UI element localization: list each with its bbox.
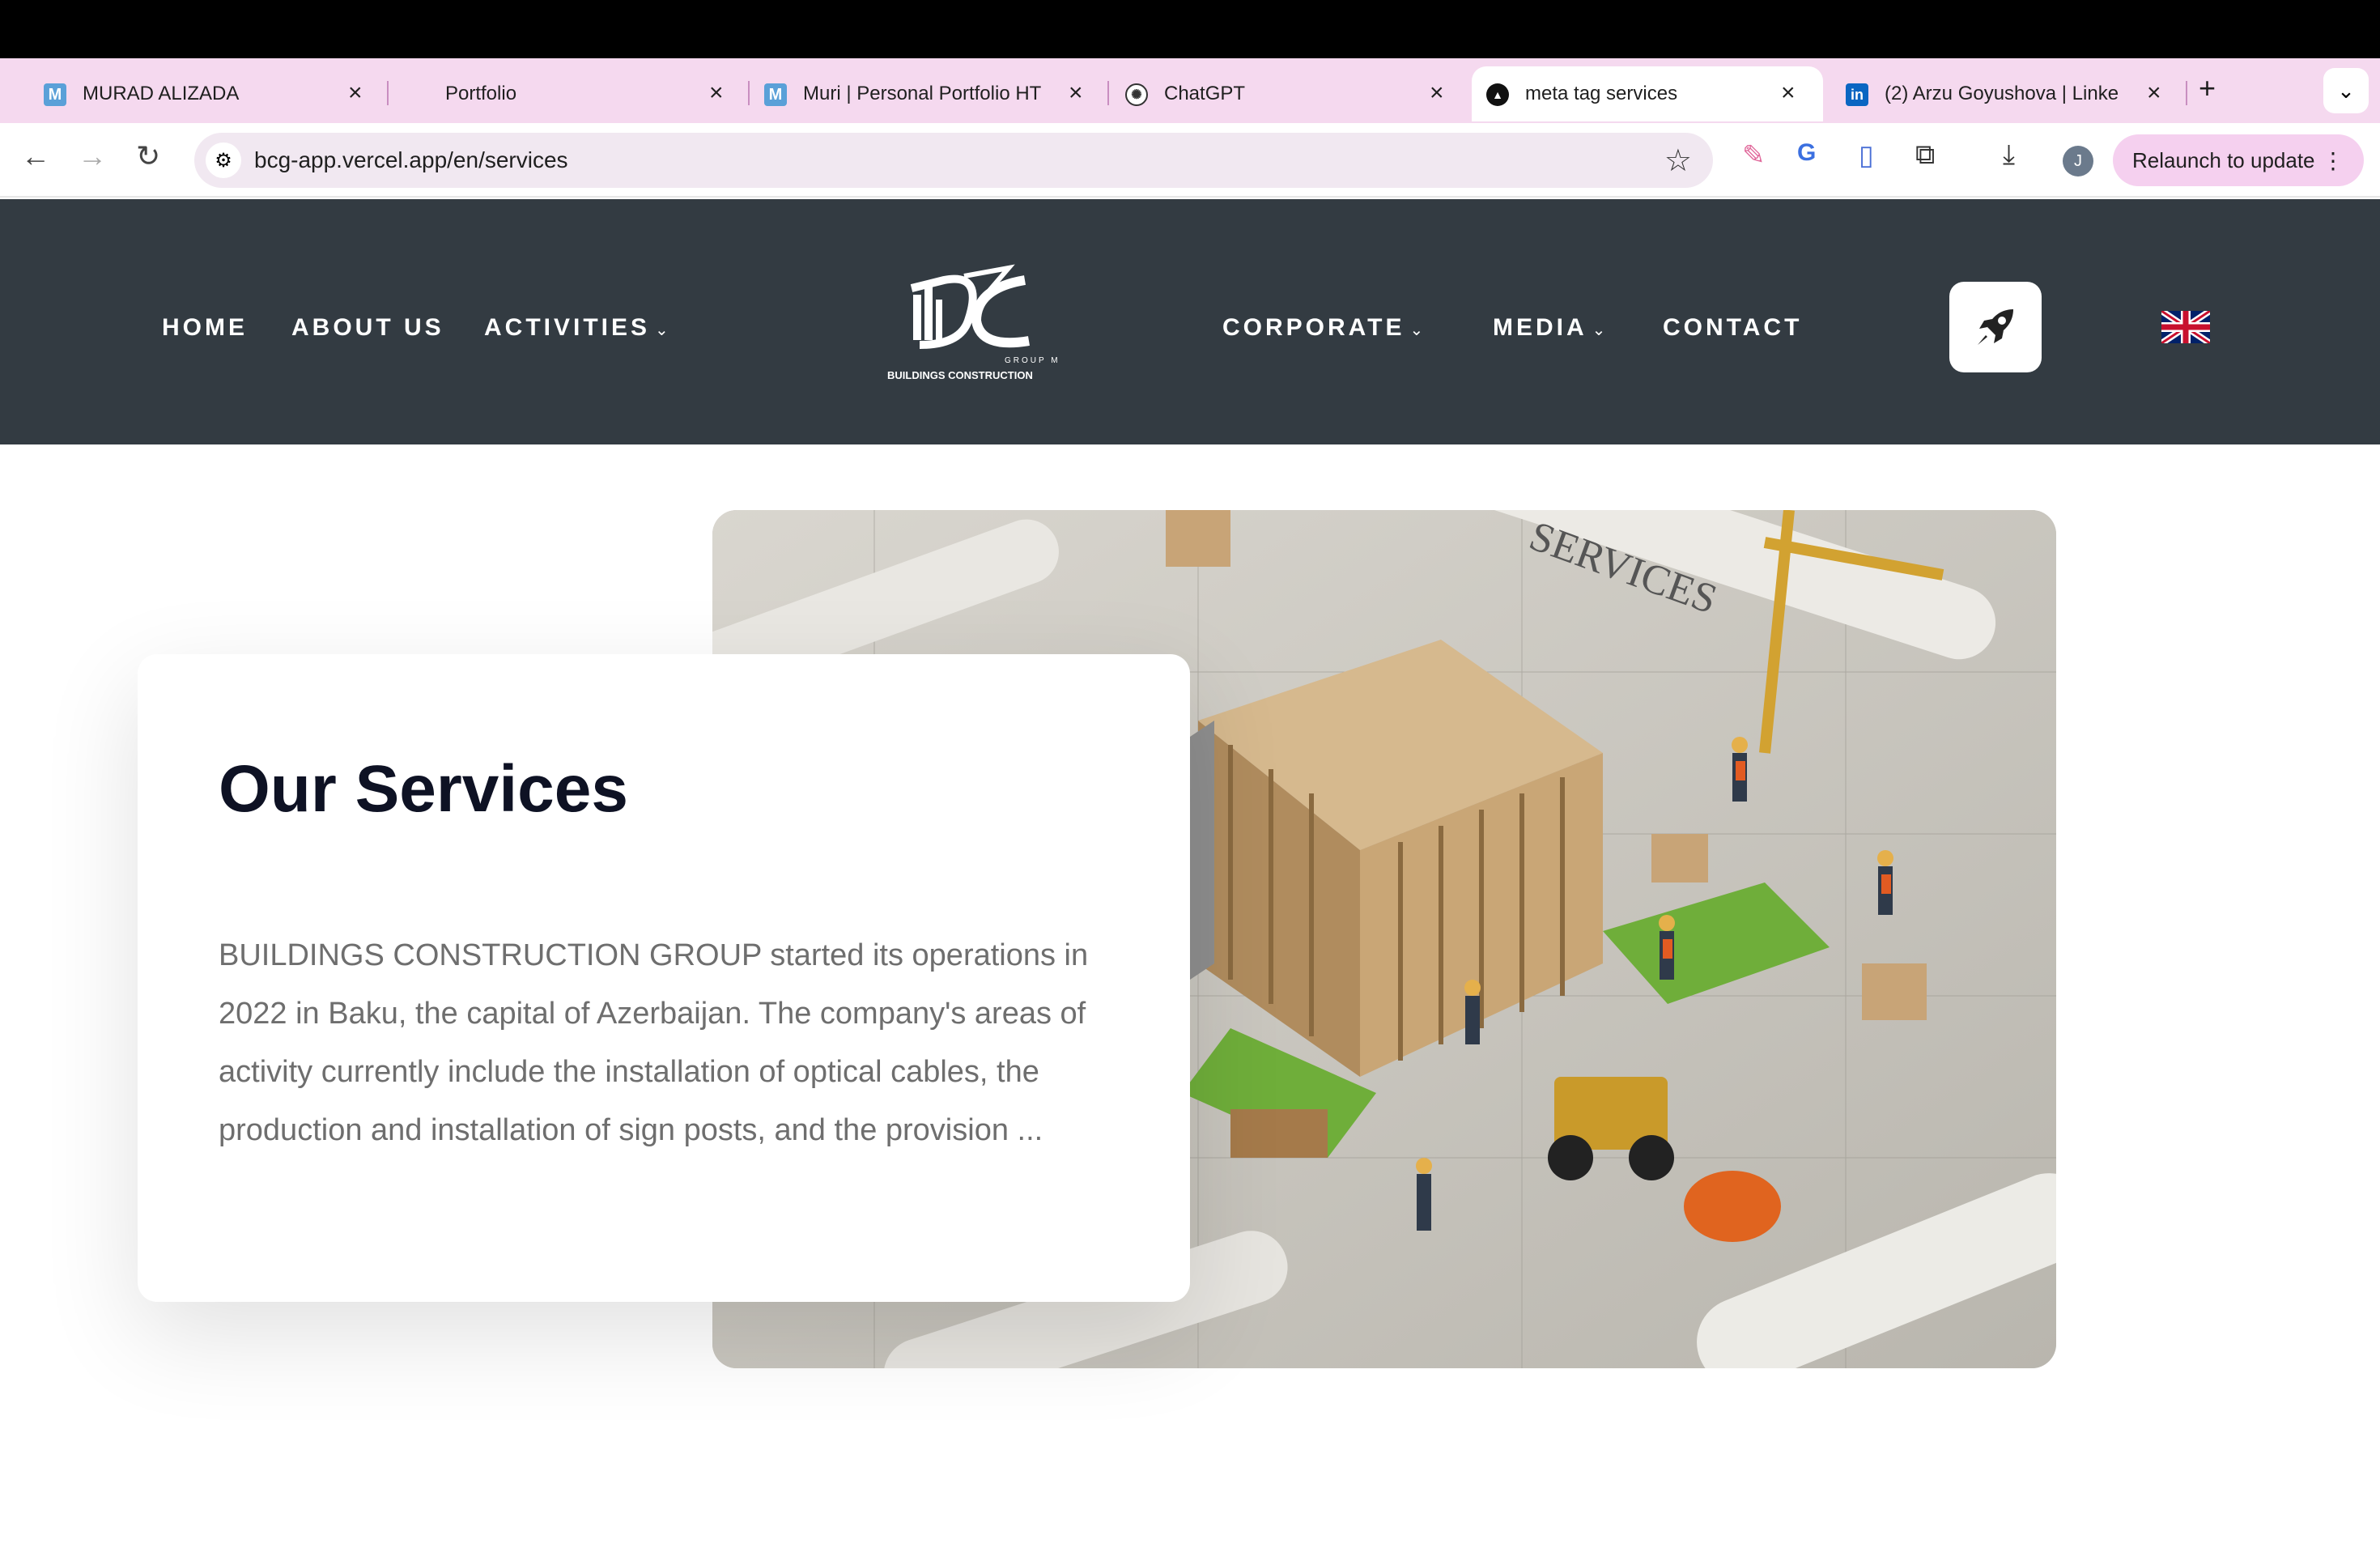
tab-title: (2) Arzu Goyushova | Linke xyxy=(1885,83,2119,104)
tab-title: MURAD ALIZADA xyxy=(83,83,240,104)
browser-tab-active[interactable]: ▲ meta tag services × xyxy=(1472,66,1823,121)
nav-activities[interactable]: ACTIVITIES ⌄ xyxy=(484,314,672,342)
nav-media[interactable]: MEDIA ⌄ xyxy=(1493,314,1609,342)
back-arrow-icon[interactable]: ← xyxy=(21,139,50,173)
tab-title: Portfolio xyxy=(445,83,517,104)
reload-icon[interactable]: ↻ xyxy=(136,139,160,173)
rocket-button[interactable] xyxy=(1949,282,2042,372)
browser-toolbar: ← → ↻ ⚙ bcg-app.vercel.app/en/services ☆ xyxy=(0,123,2380,198)
tab-title: Muri | Personal Portfolio HT xyxy=(803,83,1042,104)
close-tab-icon[interactable]: × xyxy=(1069,79,1083,107)
uk-flag-icon[interactable] xyxy=(2159,308,2212,347)
m-favicon-icon: M xyxy=(764,83,787,106)
bookmark-star-icon[interactable]: ☆ xyxy=(1664,142,1692,179)
forward-arrow-icon[interactable]: → xyxy=(78,139,107,173)
close-tab-icon[interactable]: × xyxy=(2147,79,2161,107)
chevron-down-icon: ⌄ xyxy=(1409,321,1427,339)
site-header: HOME ABOUT US ACTIVITIES⌄ GROUP MMC BUIL… xyxy=(0,199,2380,444)
extensions-puzzle-icon[interactable]: ⧉ xyxy=(1915,139,1935,171)
more-menu-icon[interactable]: ⋮ xyxy=(2322,147,2344,174)
site-settings-icon[interactable]: ⚙ xyxy=(206,142,241,178)
profile-avatar[interactable]: J xyxy=(2063,146,2093,176)
clipboard-extension-icon[interactable]: ▯ xyxy=(1859,139,1874,172)
nav-contact[interactable]: CONTACT xyxy=(1663,314,1802,342)
tab-title: ChatGPT xyxy=(1164,83,1246,104)
tab-search-chevron-icon[interactable]: ⌄ xyxy=(2323,68,2369,113)
vercel-icon: ▲ xyxy=(1486,83,1509,106)
chatgpt-icon: ✺ xyxy=(1125,83,1148,106)
tab-title: meta tag services xyxy=(1525,83,1678,104)
chevron-down-icon: ⌄ xyxy=(1592,321,1609,339)
linkedin-icon: in xyxy=(1846,83,1868,106)
address-bar[interactable]: ⚙ bcg-app.vercel.app/en/services ☆ xyxy=(194,133,1713,188)
site-logo[interactable]: GROUP MMC BUILDINGS CONSTRUCTION xyxy=(887,264,1075,393)
browser-tab[interactable]: M Muri | Personal Portfolio HT × xyxy=(720,66,1101,121)
browser-tab[interactable]: M MURAD ALIZADA × xyxy=(0,66,380,121)
relaunch-label: Relaunch to update xyxy=(2132,147,2315,172)
browser-tab[interactable]: Portfolio × xyxy=(356,66,737,121)
chevron-down-icon: ⌄ xyxy=(655,321,672,339)
rocket-icon xyxy=(1978,309,2013,345)
browser-tab-strip: M MURAD ALIZADA × Portfolio × M Muri | P… xyxy=(0,58,2380,123)
services-intro-card: Our Services BUILDINGS CONSTRUCTION GROU… xyxy=(138,654,1190,1302)
close-tab-icon[interactable]: × xyxy=(1430,79,1444,107)
close-tab-icon[interactable]: × xyxy=(1781,79,1796,107)
nav-corporate[interactable]: CORPORATE ⌄ xyxy=(1222,314,1426,342)
tab-separator xyxy=(2186,81,2187,105)
browser-tab[interactable]: in (2) Arzu Goyushova | Linke × xyxy=(1802,66,2182,121)
download-icon[interactable]: ⤓ xyxy=(2003,139,2015,171)
url-text[interactable]: bcg-app.vercel.app/en/services xyxy=(254,147,568,173)
svg-text:BUILDINGS CONSTRUCTION: BUILDINGS CONSTRUCTION xyxy=(887,369,1033,381)
nav-about-us[interactable]: ABOUT US xyxy=(291,314,444,342)
page-title: Our Services xyxy=(219,752,628,826)
nav-home[interactable]: HOME xyxy=(162,314,248,342)
svg-text:GROUP MMC: GROUP MMC xyxy=(1005,356,1057,365)
services-description: BUILDINGS CONSTRUCTION GROUP started its… xyxy=(219,938,1089,1147)
screen-top-bar xyxy=(0,0,2380,58)
browser-tab[interactable]: ✺ ChatGPT × xyxy=(1082,66,1462,121)
translate-extension-icon[interactable]: G xyxy=(1797,139,1816,167)
pen-extension-icon[interactable]: ✎ xyxy=(1742,139,1766,172)
new-tab-icon[interactable]: + xyxy=(2199,71,2216,105)
m-favicon-icon: M xyxy=(44,83,66,106)
relaunch-button[interactable]: Relaunch to update ⋮ xyxy=(2113,134,2364,186)
